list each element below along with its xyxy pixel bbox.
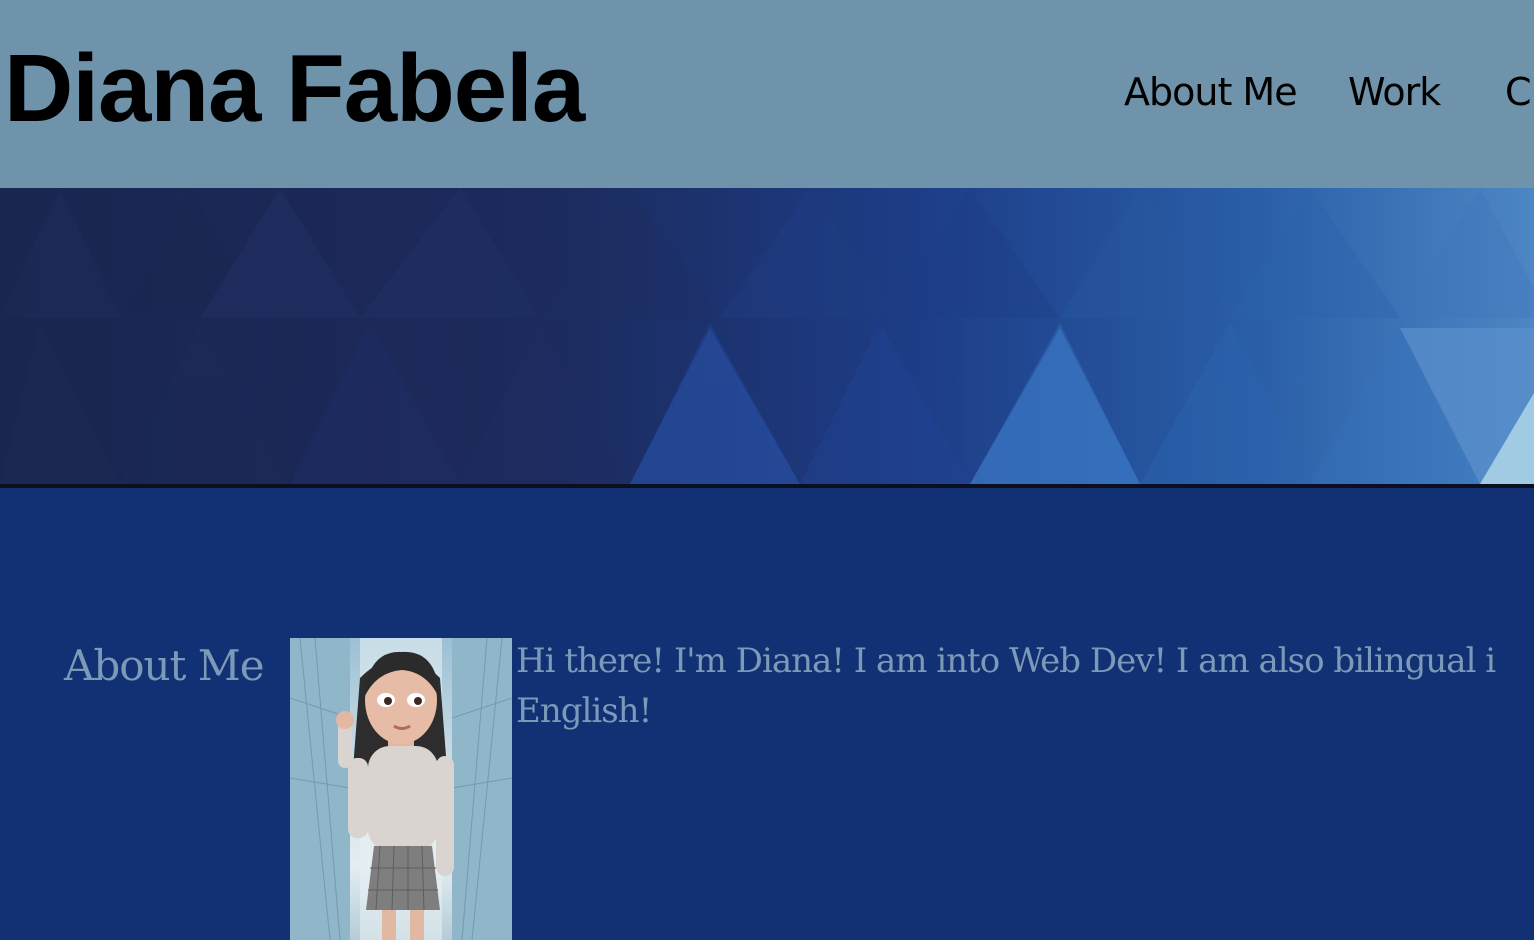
avatar bbox=[290, 638, 512, 940]
site-header: Diana Fabela About Me Work C bbox=[0, 0, 1534, 188]
triangle-pattern-background bbox=[0, 188, 1534, 484]
site-title: Diana Fabela bbox=[4, 35, 585, 142]
about-section: About Me Hi there! I'm Diana! I am into … bbox=[0, 488, 1534, 940]
hero-banner bbox=[0, 188, 1534, 484]
nav-link-about-me[interactable]: About Me bbox=[1124, 68, 1298, 116]
nav-link-work[interactable]: Work bbox=[1348, 68, 1441, 116]
avatar-illustration-icon bbox=[290, 638, 512, 940]
about-description: Hi there! I'm Diana! I am into Web Dev! … bbox=[516, 641, 1496, 731]
nav-link-contact[interactable]: C bbox=[1505, 68, 1532, 116]
about-heading: About Me bbox=[64, 641, 265, 690]
